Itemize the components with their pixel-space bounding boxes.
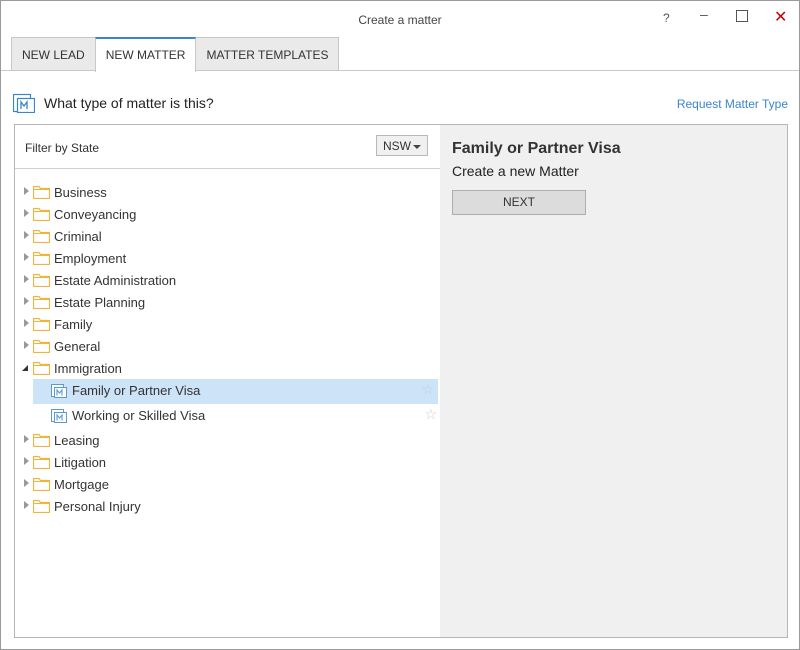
folder-icon bbox=[33, 455, 50, 469]
tab-strip: NEW LEAD NEW MATTER MATTER TEMPLATES bbox=[11, 37, 340, 72]
tree-item-personal-injury[interactable]: Personal Injury bbox=[15, 495, 441, 517]
tree-item-label: Family bbox=[54, 317, 93, 332]
detail-title: Family or Partner Visa bbox=[452, 140, 621, 157]
tree-item-label: Estate Planning bbox=[54, 295, 146, 310]
tree-item-estate-planning[interactable]: Estate Planning bbox=[15, 291, 441, 313]
next-button[interactable]: NEXT bbox=[452, 190, 586, 215]
request-matter-type-link[interactable]: Request Matter Type bbox=[677, 97, 788, 111]
tree-item-conveyancing[interactable]: Conveyancing bbox=[15, 203, 441, 225]
tree-item-label: Employment bbox=[54, 251, 127, 266]
tree-item-label: Conveyancing bbox=[54, 207, 137, 222]
tab-new-matter[interactable]: NEW MATTER bbox=[94, 37, 197, 72]
expand-arrow-icon[interactable] bbox=[24, 187, 29, 195]
tree-item-label: Litigation bbox=[54, 455, 107, 470]
tree-item-immigration[interactable]: Immigration bbox=[15, 357, 441, 379]
title-bar: Create a matter ? – ✕ bbox=[1, 1, 799, 37]
expand-arrow-icon[interactable] bbox=[24, 319, 29, 327]
expand-arrow-icon[interactable] bbox=[24, 297, 29, 305]
tree-item-label: Business bbox=[54, 185, 107, 200]
maximize-button[interactable] bbox=[736, 10, 748, 22]
tab-new-lead[interactable]: NEW LEAD bbox=[11, 37, 96, 70]
tree-item-working-or-skilled-visa[interactable]: Working or Skilled Visa ☆ bbox=[15, 404, 441, 429]
tree-item-business[interactable]: Business bbox=[15, 181, 441, 203]
tree-item-family[interactable]: Family bbox=[15, 313, 441, 335]
tree-item-family-or-partner-visa[interactable]: Family or Partner Visa ☆ bbox=[33, 379, 438, 404]
expand-arrow-icon[interactable] bbox=[24, 479, 29, 487]
chevron-down-icon bbox=[413, 145, 421, 149]
tree-item-label: Leasing bbox=[54, 433, 100, 448]
expand-arrow-icon[interactable] bbox=[24, 253, 29, 261]
tab-matter-templates[interactable]: MATTER TEMPLATES bbox=[195, 37, 340, 70]
question-row: What type of matter is this? Request Mat… bbox=[13, 93, 788, 115]
folder-icon bbox=[33, 433, 50, 447]
tree-item-mortgage[interactable]: Mortgage bbox=[15, 473, 441, 495]
detail-subtitle: Create a new Matter bbox=[452, 163, 579, 179]
tree-item-label: Estate Administration bbox=[54, 273, 177, 288]
tree-item-label: Personal Injury bbox=[54, 499, 141, 514]
expand-arrow-icon[interactable] bbox=[24, 501, 29, 509]
tree-item-leasing[interactable]: Leasing bbox=[15, 429, 441, 451]
star-icon[interactable]: ☆ bbox=[424, 406, 437, 423]
state-value: NSW bbox=[383, 139, 411, 153]
tree-item-label: Family or Partner Visa bbox=[72, 383, 201, 398]
minimize-button[interactable]: – bbox=[700, 6, 708, 22]
folder-icon bbox=[33, 229, 50, 243]
matter-icon bbox=[51, 384, 67, 398]
folder-icon bbox=[33, 207, 50, 221]
state-dropdown[interactable]: NSW bbox=[376, 135, 428, 156]
question-text: What type of matter is this? bbox=[44, 95, 214, 111]
folder-icon bbox=[33, 317, 50, 331]
tree-item-employment[interactable]: Employment bbox=[15, 247, 441, 269]
help-button[interactable]: ? bbox=[663, 11, 670, 25]
matter-icon bbox=[51, 409, 67, 423]
tree-item-label: Criminal bbox=[54, 229, 102, 244]
window-title: Create a matter bbox=[358, 13, 442, 27]
filter-label: Filter by State bbox=[25, 141, 100, 155]
folder-icon bbox=[33, 185, 50, 199]
collapse-arrow-icon[interactable] bbox=[21, 364, 29, 372]
expand-arrow-icon[interactable] bbox=[24, 435, 29, 443]
tree-item-label: Working or Skilled Visa bbox=[72, 408, 206, 423]
star-icon[interactable]: ☆ bbox=[421, 381, 434, 398]
tree-item-litigation[interactable]: Litigation bbox=[15, 451, 441, 473]
folder-icon bbox=[33, 361, 50, 375]
create-matter-window: Create a matter ? – ✕ NEW LEAD NEW MATTE… bbox=[0, 0, 800, 650]
tree-item-criminal[interactable]: Criminal bbox=[15, 225, 441, 247]
tree-item-label: Immigration bbox=[54, 361, 122, 376]
folder-icon bbox=[33, 499, 50, 513]
expand-arrow-icon[interactable] bbox=[24, 457, 29, 465]
matter-detail-pane: Family or Partner Visa Create a new Matt… bbox=[440, 124, 788, 638]
tree-item-label: General bbox=[54, 339, 101, 354]
filter-bar: Filter by State NSW bbox=[15, 125, 441, 169]
expand-arrow-icon[interactable] bbox=[24, 341, 29, 349]
matter-type-pane: Filter by State NSW Business Conveyancin… bbox=[14, 124, 442, 638]
folder-icon bbox=[33, 273, 50, 287]
matter-icon bbox=[13, 93, 35, 113]
tree-item-estate-administration[interactable]: Estate Administration bbox=[15, 269, 441, 291]
close-button[interactable]: ✕ bbox=[774, 7, 787, 27]
expand-arrow-icon[interactable] bbox=[24, 231, 29, 239]
expand-arrow-icon[interactable] bbox=[24, 209, 29, 217]
folder-icon bbox=[33, 339, 50, 353]
folder-icon bbox=[33, 295, 50, 309]
tree-item-label: Mortgage bbox=[54, 477, 109, 492]
expand-arrow-icon[interactable] bbox=[24, 275, 29, 283]
folder-icon bbox=[33, 477, 50, 491]
tree-item-general[interactable]: General bbox=[15, 335, 441, 357]
folder-icon bbox=[33, 251, 50, 265]
